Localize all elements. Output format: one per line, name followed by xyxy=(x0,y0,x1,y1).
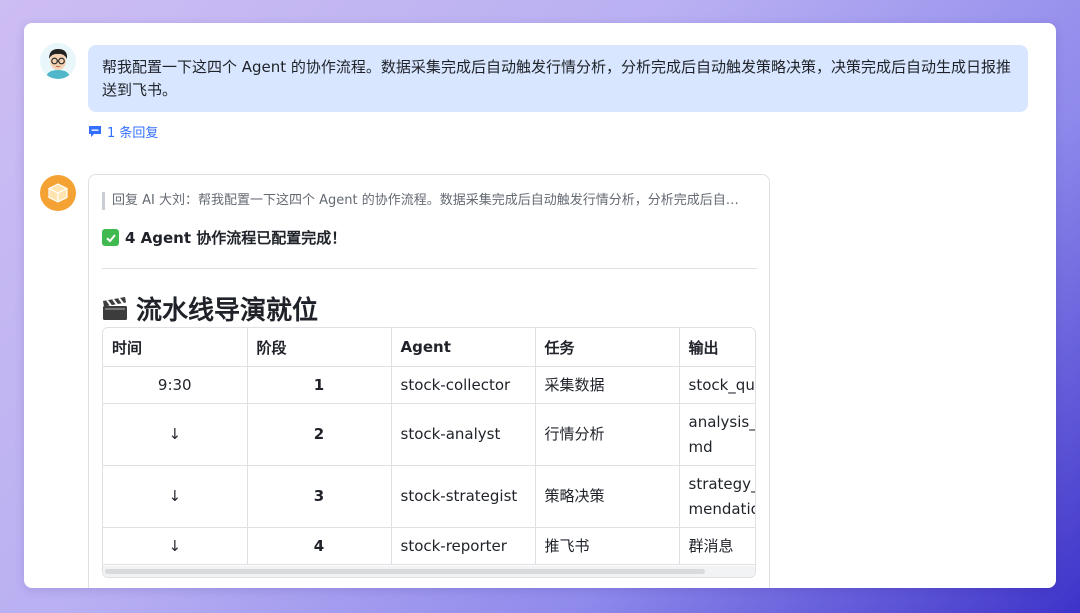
status-line: 4 Agent 协作流程已配置完成！ xyxy=(102,227,346,248)
user-message-bubble: 帮我配置一下这四个 Agent 的协作流程。数据采集完成后自动触发行情分析，分析… xyxy=(88,45,1028,112)
cell-output: stock_qu xyxy=(679,366,755,404)
checkmark-icon xyxy=(102,229,119,246)
cell-time: ↓ xyxy=(103,527,248,565)
comment-icon xyxy=(89,125,101,137)
header-task: 任务 xyxy=(535,328,680,367)
cell-agent: stock-collector xyxy=(391,366,536,404)
divider xyxy=(102,268,757,269)
chat-panel: 帮我配置一下这四个 Agent 的协作流程。数据采集完成后自动触发行情分析，分析… xyxy=(24,23,1056,588)
cell-task: 推飞书 xyxy=(535,527,680,565)
cell-time: ↓ xyxy=(103,465,248,528)
cell-output: strategy_ mendatio xyxy=(679,465,755,528)
cell-stage: 4 xyxy=(247,527,392,565)
cell-time: 9:30 xyxy=(103,366,248,404)
cell-stage: 2 xyxy=(247,403,392,466)
bot-avatar[interactable] xyxy=(40,175,76,211)
table-header-row: 时间 阶段 Agent 任务 输出 xyxy=(103,328,755,367)
table-row: ↓ 3 stock-strategist 策略决策 strategy_ mend… xyxy=(103,465,755,528)
status-text: 4 Agent 协作流程已配置完成！ xyxy=(125,229,347,247)
reply-count-label: 1 条回复 xyxy=(107,125,159,141)
cell-output: 群消息 xyxy=(679,527,755,565)
cell-task: 行情分析 xyxy=(535,403,680,466)
user-message-text: 帮我配置一下这四个 Agent 的协作流程。数据采集完成后自动触发行情分析，分析… xyxy=(102,58,1011,99)
cell-time: ↓ xyxy=(103,403,248,466)
cell-task: 采集数据 xyxy=(535,366,680,404)
table-row: 9:30 1 stock-collector 采集数据 stock_qu xyxy=(103,366,755,404)
header-time: 时间 xyxy=(103,328,248,367)
reply-thread-link[interactable]: 1 条回复 xyxy=(88,122,159,141)
header-stage: 阶段 xyxy=(247,328,392,367)
cell-output: analysis_ md xyxy=(679,403,755,466)
header-agent: Agent xyxy=(391,328,536,367)
scrollbar-thumb[interactable] xyxy=(105,569,705,574)
table: 时间 阶段 Agent 任务 输出 9:30 1 stock-collector… xyxy=(103,328,755,565)
header-output: 输出 xyxy=(679,328,755,367)
bot-reply-card: 回复 AI 大刘：帮我配置一下这四个 Agent 的协作流程。数据采集完成后自动… xyxy=(88,174,770,588)
cell-agent: stock-reporter xyxy=(391,527,536,565)
cell-stage: 3 xyxy=(247,465,392,528)
heading-text: 流水线导演就位 xyxy=(136,296,319,326)
reply-quote[interactable]: 回复 AI 大刘：帮我配置一下这四个 Agent 的协作流程。数据采集完成后自动… xyxy=(102,192,757,210)
cell-agent: stock-analyst xyxy=(391,403,536,466)
cube-box-icon xyxy=(48,183,68,203)
table-row: ↓ 4 stock-reporter 推飞书 群消息 xyxy=(103,527,755,565)
user-avatar-icon[interactable] xyxy=(40,43,76,79)
table-row: ↓ 2 stock-analyst 行情分析 analysis_ md xyxy=(103,403,755,466)
cell-task: 策略决策 xyxy=(535,465,680,528)
clapperboard-icon xyxy=(103,296,127,320)
cell-agent: stock-strategist xyxy=(391,465,536,528)
table-horizontal-scrollbar[interactable] xyxy=(103,566,755,577)
section-heading: 流水线导演就位 xyxy=(102,290,318,327)
cell-stage: 1 xyxy=(247,366,392,404)
pipeline-table[interactable]: 时间 阶段 Agent 任务 输出 9:30 1 stock-collector… xyxy=(102,327,756,578)
